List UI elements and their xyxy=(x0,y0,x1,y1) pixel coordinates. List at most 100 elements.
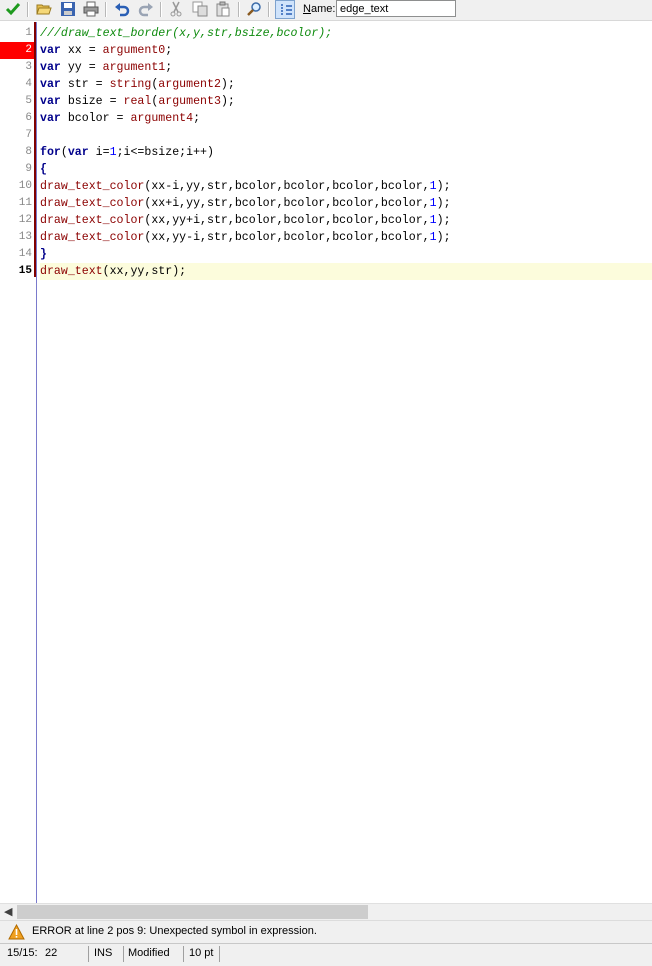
find-icon xyxy=(247,2,261,16)
code-line[interactable]: 1 ///draw_text_border(x,y,str,bsize,bcolo… xyxy=(0,25,652,42)
code-line[interactable]: 11 draw_text_color(xx+i,yy,str,bcolor,bco… xyxy=(0,195,652,212)
code-token: argument1 xyxy=(102,61,166,74)
code-token: var xyxy=(40,44,61,57)
code-token: var xyxy=(67,146,89,159)
code-token: ( xyxy=(60,146,68,159)
code-token: ); xyxy=(436,197,451,210)
line-number: 1 xyxy=(25,27,32,39)
code-editor[interactable]: 1 ///draw_text_border(x,y,str,bsize,bcolo… xyxy=(0,22,652,903)
code-line-text[interactable]: var str = string(argument2); xyxy=(40,76,652,93)
line-number: 7 xyxy=(25,129,32,141)
code-token: (xx-i,yy,str,bcolor,bcolor,bcolor,bcolor… xyxy=(144,180,430,193)
status-separator xyxy=(183,946,184,962)
code-token: draw_text_color xyxy=(40,180,145,193)
code-line[interactable]: 14} xyxy=(0,246,652,263)
code-line[interactable]: 5 var bsize = real(argument3); xyxy=(0,93,652,110)
font-size-indicator: 10 pt xyxy=(189,947,214,959)
code-line-text[interactable]: draw_text_color(xx,yy-i,str,bcolor,bcolo… xyxy=(40,229,652,246)
line-number: 13 xyxy=(18,231,32,243)
code-line-text[interactable]: ///draw_text_border(x,y,str,bsize,bcolor… xyxy=(40,25,652,42)
horizontal-scrollbar[interactable]: ◀ xyxy=(0,903,652,920)
redo-button[interactable] xyxy=(136,0,156,19)
undo-button[interactable] xyxy=(112,0,132,19)
code-line[interactable]: 8 for(var i=1;i<=bsize;i++) xyxy=(0,144,652,161)
code-line[interactable]: 15 draw_text(xx,yy,str); xyxy=(0,263,652,280)
code-line-text[interactable]: draw_text(xx,yy,str); xyxy=(40,263,652,280)
cut-button[interactable] xyxy=(166,0,186,19)
cut-icon xyxy=(170,1,182,17)
ok-button[interactable] xyxy=(3,0,23,19)
code-token: ); xyxy=(220,78,235,91)
code-line-text[interactable] xyxy=(40,127,652,144)
find-button[interactable] xyxy=(244,0,264,19)
line-number: 9 xyxy=(25,163,32,175)
cursor-position: 15/15: xyxy=(7,947,38,959)
toolbar-separator xyxy=(27,2,29,17)
open-folder-icon xyxy=(36,4,52,15)
code-token: var xyxy=(40,112,61,125)
code-line[interactable]: 12 draw_text_color(xx,yy+i,str,bcolor,bco… xyxy=(0,212,652,229)
code-line-text[interactable]: draw_text_color(xx-i,yy,str,bcolor,bcolo… xyxy=(40,178,652,195)
status-separator xyxy=(88,946,89,962)
toolbar-separator xyxy=(105,2,107,17)
code-token: 1 xyxy=(429,231,437,244)
print-icon xyxy=(83,1,99,17)
chevron-left-icon: ◀ xyxy=(4,906,13,918)
scroll-left-button[interactable]: ◀ xyxy=(0,904,16,920)
open-button[interactable] xyxy=(34,0,54,19)
code-token: var xyxy=(40,78,61,91)
code-token: real xyxy=(123,95,152,108)
code-line-text[interactable]: var xx = argument0; xyxy=(40,42,652,59)
code-token: string xyxy=(109,78,152,91)
toolbar-separator xyxy=(268,2,270,17)
code-line[interactable]: 6 var bcolor = argument4; xyxy=(0,110,652,127)
code-token: bcolor = xyxy=(60,112,131,125)
error-message-text: ERROR at line 2 pos 9: Unexpected symbol… xyxy=(32,925,317,937)
line-number: 2 xyxy=(0,42,34,59)
line-number: 10 xyxy=(18,180,32,192)
name-input[interactable] xyxy=(336,0,456,17)
code-token: ///draw_text_border(x,y,str,bsize,bcolor… xyxy=(40,27,333,40)
toolbar-separator xyxy=(160,2,162,17)
code-line-text[interactable]: { xyxy=(40,161,652,178)
code-token: draw_text xyxy=(40,265,103,278)
scroll-thumb[interactable] xyxy=(17,905,368,919)
line-number: 3 xyxy=(25,61,32,73)
code-token: str = xyxy=(60,78,110,91)
code-line-text[interactable]: var bcolor = argument4; xyxy=(40,110,652,127)
code-token: bsize = xyxy=(60,95,124,108)
code-line[interactable]: 3 var yy = argument1; xyxy=(0,59,652,76)
copy-button[interactable] xyxy=(190,0,210,19)
code-line-text[interactable]: } xyxy=(40,246,652,263)
code-line-text[interactable]: for(var i=1;i<=bsize;i++) xyxy=(40,144,652,161)
code-line[interactable]: 2 var xx = argument0; xyxy=(0,42,652,59)
code-line[interactable]: 13 draw_text_color(xx,yy-i,str,bcolor,bco… xyxy=(0,229,652,246)
code-line-text[interactable]: var bsize = real(argument3); xyxy=(40,93,652,110)
line-number: 4 xyxy=(25,78,32,90)
code-line-text[interactable]: draw_text_color(xx,yy+i,str,bcolor,bcolo… xyxy=(40,212,652,229)
status-separator xyxy=(123,946,124,962)
code-token: ; xyxy=(165,61,173,74)
indent-guide-toggle[interactable] xyxy=(275,0,295,19)
code-line-text[interactable]: var yy = argument1; xyxy=(40,59,652,76)
print-button[interactable] xyxy=(81,0,101,19)
line-number: 6 xyxy=(25,112,32,124)
paste-icon xyxy=(216,1,230,17)
save-button[interactable] xyxy=(58,0,78,19)
code-line[interactable]: 7 xyxy=(0,127,652,144)
code-line[interactable]: 4 var str = string(argument2); xyxy=(0,76,652,93)
code-token: ); xyxy=(436,214,451,227)
code-token: var xyxy=(40,95,61,108)
code-token: ; xyxy=(165,44,173,57)
code-token: argument4 xyxy=(130,112,194,125)
paste-button[interactable] xyxy=(213,0,233,19)
code-token: } xyxy=(40,248,47,261)
code-token: 1 xyxy=(429,214,437,227)
line-number: 12 xyxy=(18,214,32,226)
code-line[interactable]: 10 draw_text_color(xx-i,yy,str,bcolor,bco… xyxy=(0,178,652,195)
code-line-text[interactable]: draw_text_color(xx+i,yy,str,bcolor,bcolo… xyxy=(40,195,652,212)
save-icon xyxy=(61,2,75,16)
code-line[interactable]: 9{ xyxy=(0,161,652,178)
code-token: for xyxy=(40,146,61,159)
name-label: Name: xyxy=(303,3,336,15)
